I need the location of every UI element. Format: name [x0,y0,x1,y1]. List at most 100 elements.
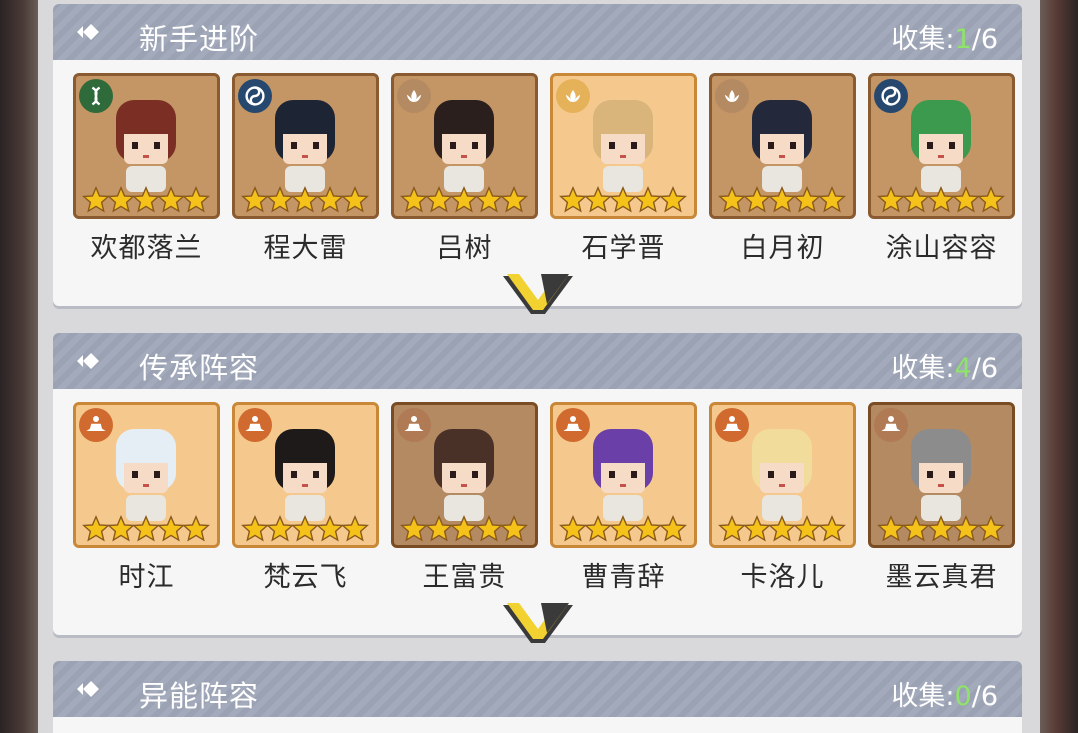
meditate-icon [556,408,590,442]
star-icon [132,186,160,213]
star-rating [559,515,687,543]
hero-name: 欢都落兰 [90,233,203,264]
hero-card-frame [232,402,379,548]
section-ability-lineup: 异能阵容 收集:0/6 [53,661,1022,733]
hero-name: 石学晋 [581,233,666,264]
star-icon [82,186,110,213]
star-icon [768,515,796,542]
lotus-icon [397,79,431,113]
star-icon [500,186,528,213]
hero-card-frame [391,73,538,219]
hero-name: 梵云飞 [263,562,348,593]
hero-card-frame [73,402,220,548]
section-title: 新手进阶 [139,22,260,56]
hero-card[interactable]: 梵云飞 [232,402,379,594]
hero-card[interactable]: 吕树 [391,73,538,265]
hero-card[interactable]: 欢都落兰 [73,73,220,265]
star-icon [977,515,1005,542]
hero-card[interactable]: 石学晋 [550,73,697,265]
star-icon [977,186,1005,213]
hero-card[interactable]: 程大雷 [232,73,379,265]
star-icon [818,515,846,542]
star-icon [157,186,185,213]
star-rating [400,515,528,543]
star-icon [659,515,687,542]
collect-counter: 收集:4/6 [891,353,998,384]
hero-card[interactable]: 墨云真君 [868,402,1015,594]
hero-card[interactable]: 时江 [73,402,220,594]
hero-card-frame [73,73,220,219]
meditate-icon [874,408,908,442]
star-icon [450,515,478,542]
hero-card-frame [232,73,379,219]
star-icon [793,515,821,542]
expand-chevron-icon[interactable] [501,270,575,318]
meditate-icon [238,408,272,442]
section-title: 传承阵容 [139,351,260,385]
star-icon [952,186,980,213]
star-icon [559,186,587,213]
star-icon [877,186,905,213]
star-icon [584,186,612,213]
star-icon [927,515,955,542]
star-icon [400,515,428,542]
background-right [1040,0,1078,733]
hero-card[interactable]: 卡洛儿 [709,402,856,594]
background-left [0,0,38,733]
star-icon [450,186,478,213]
star-icon [634,186,662,213]
star-icon [500,515,528,542]
hero-card[interactable]: 王富贵 [391,402,538,594]
star-icon [768,186,796,213]
hero-card-row: 欢都落兰 程大雷 吕树 石学晋 白月初 涂山容容 [73,73,1015,265]
star-rating [400,186,528,214]
hero-name: 时江 [118,562,175,593]
diamond-arrow-icon [77,681,99,697]
hero-card[interactable]: 涂山容容 [868,73,1015,265]
star-icon [475,515,503,542]
hero-card-frame [550,402,697,548]
star-icon [718,515,746,542]
meditate-icon [79,408,113,442]
hero-card-frame [709,73,856,219]
star-icon [425,186,453,213]
star-icon [291,186,319,213]
expand-chevron-icon[interactable] [501,599,575,647]
hero-card[interactable]: 曹青辞 [550,402,697,594]
star-icon [82,515,110,542]
star-icon [475,186,503,213]
hero-card[interactable]: 白月初 [709,73,856,265]
star-rating [559,186,687,214]
section-inheritance-lineup: 传承阵容 收集:4/6 时江 梵云飞 王富贵 曹青辞 卡洛儿 墨云真君 [53,333,1022,643]
star-rating [877,186,1005,214]
hero-name: 涂山容容 [885,233,998,264]
star-icon [718,186,746,213]
hero-card-frame [550,73,697,219]
collect-counter: 收集:0/6 [891,681,998,712]
star-icon [107,186,135,213]
star-icon [266,186,294,213]
star-rating [82,515,210,543]
section-title: 异能阵容 [139,679,260,713]
star-icon [743,515,771,542]
section-header: 异能阵容 收集:0/6 [53,661,1022,717]
star-icon [341,186,369,213]
star-icon [316,186,344,213]
hero-card-row: 时江 梵云飞 王富贵 曹青辞 卡洛儿 墨云真君 [73,402,1015,594]
star-rating [718,515,846,543]
star-icon [341,515,369,542]
star-icon [877,515,905,542]
diamond-arrow-icon [77,24,99,40]
star-icon [793,186,821,213]
star-icon [425,515,453,542]
meditate-icon [397,408,431,442]
star-icon [609,186,637,213]
hero-card-frame [868,73,1015,219]
star-icon [659,186,687,213]
star-icon [818,186,846,213]
hero-card-frame [709,402,856,548]
star-icon [132,515,160,542]
section-newbie-advance: 新手进阶 收集:1/6 欢都落兰 程大雷 吕树 石学晋 白月初 涂山容容 [53,4,1022,314]
star-icon [241,515,269,542]
meditate-icon [715,408,749,442]
